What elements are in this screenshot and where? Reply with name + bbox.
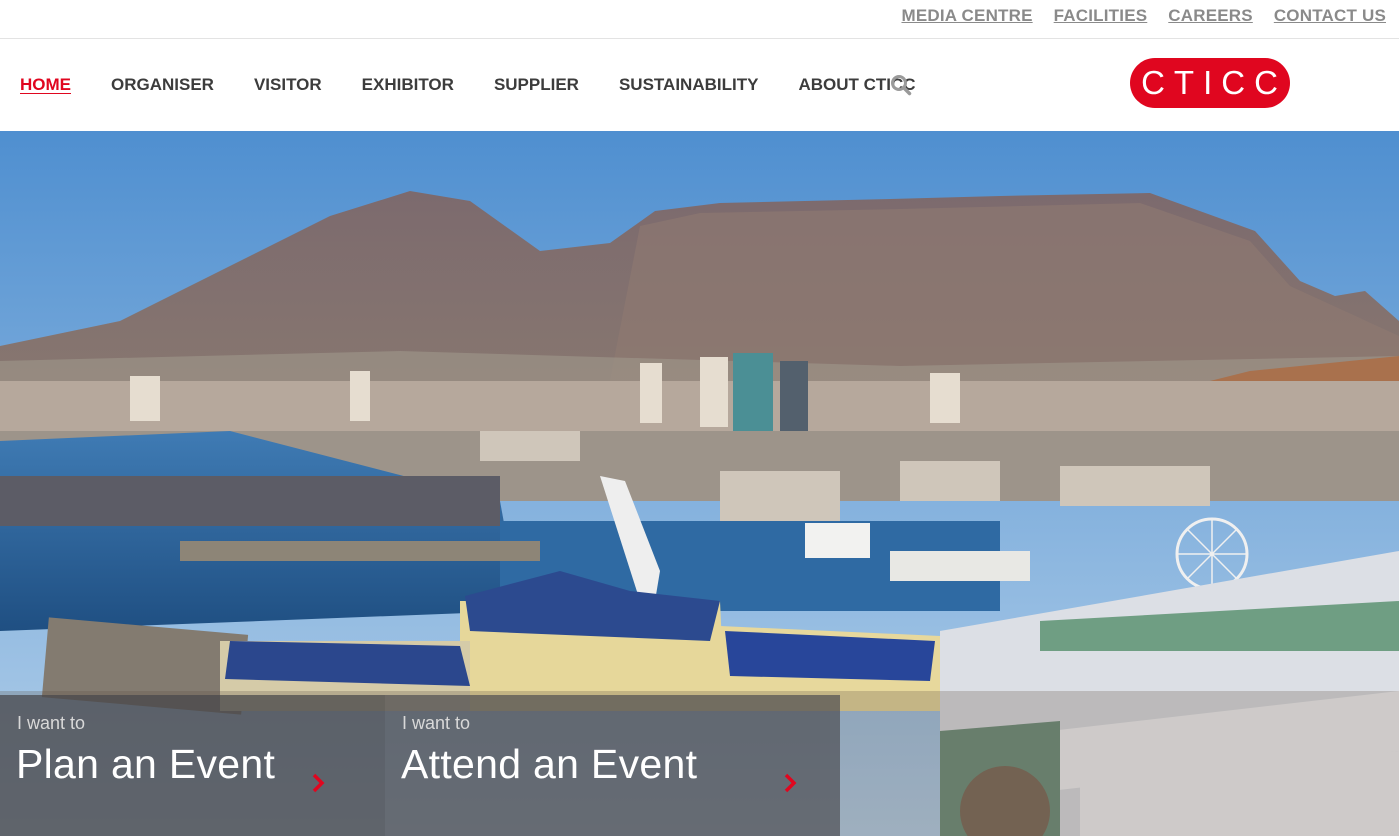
cticc-logo[interactable]: CTICC — [1130, 58, 1290, 108]
card-pretext: I want to — [17, 713, 86, 733]
nav-item-exhibitor[interactable]: EXHIBITOR — [362, 75, 454, 95]
nav-item-supplier[interactable]: SUPPLIER — [494, 75, 579, 95]
cta-cards: I want to Plan an Event I want to Attend… — [0, 695, 840, 836]
main-navigation: HOME ORGANISER VISITOR EXHIBITOR SUPPLIE… — [0, 39, 1399, 131]
chevron-right-icon — [784, 773, 797, 793]
nav-item-organiser[interactable]: ORGANISER — [111, 75, 214, 95]
utility-bar: MEDIA CENTRE FACILITIES CAREERS CONTACT … — [0, 0, 1399, 39]
careers-link[interactable]: CAREERS — [1168, 6, 1253, 26]
attend-event-card[interactable]: I want to Attend an Event — [385, 695, 840, 836]
nav-menu: HOME ORGANISER VISITOR EXHIBITOR SUPPLIE… — [20, 75, 956, 95]
nav-item-home[interactable]: HOME — [20, 75, 71, 95]
search-icon[interactable] — [890, 74, 912, 96]
card-pretext: I want to — [402, 713, 471, 733]
chevron-right-icon — [312, 773, 325, 793]
contact-us-link[interactable]: CONTACT US — [1274, 6, 1386, 26]
card-title: Attend an Event — [401, 741, 698, 787]
nav-item-visitor[interactable]: VISITOR — [254, 75, 322, 95]
media-centre-link[interactable]: MEDIA CENTRE — [901, 6, 1032, 26]
nav-item-sustainability[interactable]: SUSTAINABILITY — [619, 75, 758, 95]
card-title: Plan an Event — [16, 741, 276, 787]
facilities-link[interactable]: FACILITIES — [1054, 6, 1148, 26]
utility-links: MEDIA CENTRE FACILITIES CAREERS CONTACT … — [901, 6, 1386, 26]
plan-event-card[interactable]: I want to Plan an Event — [0, 695, 385, 836]
